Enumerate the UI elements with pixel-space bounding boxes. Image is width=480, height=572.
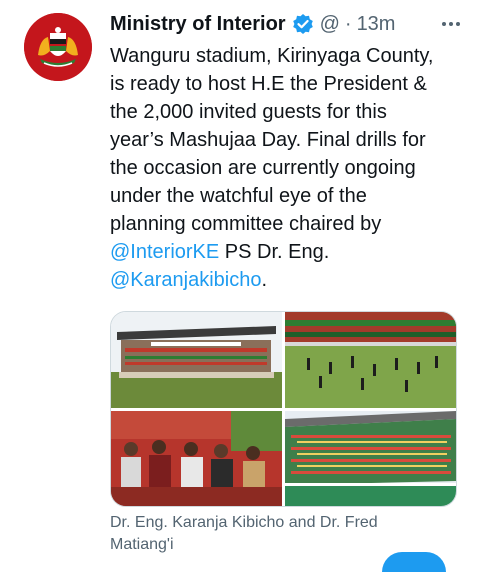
media-caption: Dr. Eng. Karanja Kibicho and Dr. Fred Ma… (110, 512, 450, 556)
tweet-line: is ready to host H.E the President & (110, 73, 427, 95)
field-drills-photo[interactable] (285, 312, 456, 408)
caption-line: Dr. Eng. Karanja Kibicho and Dr. Fred (110, 514, 378, 531)
officials-seated-photo[interactable] (111, 411, 282, 506)
account-handle[interactable]: @ (320, 13, 340, 36)
tweet-line-text: PS Dr. Eng. (219, 241, 330, 263)
tweet-line: Wanguru stadium, Kirinyaga County, (110, 45, 434, 67)
tweet-line-text: . (261, 269, 268, 291)
avatar[interactable] (24, 13, 92, 81)
tweet-line: @Karanjakibicho. (110, 266, 466, 294)
media-grid (110, 311, 457, 507)
compose-tweet-button[interactable] (382, 552, 446, 572)
tweet-text: Wanguru stadium, Kirinyaga County, is re… (110, 42, 466, 294)
tweet-header: Ministry of Interior @ · 13m (110, 8, 466, 40)
stands-crowd-photo[interactable] (285, 411, 456, 506)
kenya-coat-of-arms-icon (24, 13, 92, 81)
separator-dot: · (344, 12, 352, 35)
tweet-line: the 2,000 invited guests for this (110, 101, 387, 123)
tweet-line: @InteriorKE PS Dr. Eng. (110, 238, 466, 266)
tweet-line: under the watchful eye of the (110, 185, 367, 207)
tweet-line: year’s Mashujaa Day. Final drills for (110, 129, 426, 151)
verified-badge-icon (292, 13, 314, 35)
account-name[interactable]: Ministry of Interior (110, 13, 286, 36)
tweet-timestamp[interactable]: 13m (357, 13, 396, 36)
tweet-line: the occasion are currently ongoing (110, 157, 416, 179)
stadium-pavilion-photo[interactable] (111, 312, 282, 408)
mention-karanjakibicho-link[interactable]: @Karanjakibicho (110, 269, 262, 291)
mention-interiorke-link[interactable]: @InteriorKE (110, 241, 219, 263)
more-options-icon[interactable] (436, 12, 466, 36)
tweet-line: planning committee chaired by (110, 213, 382, 235)
